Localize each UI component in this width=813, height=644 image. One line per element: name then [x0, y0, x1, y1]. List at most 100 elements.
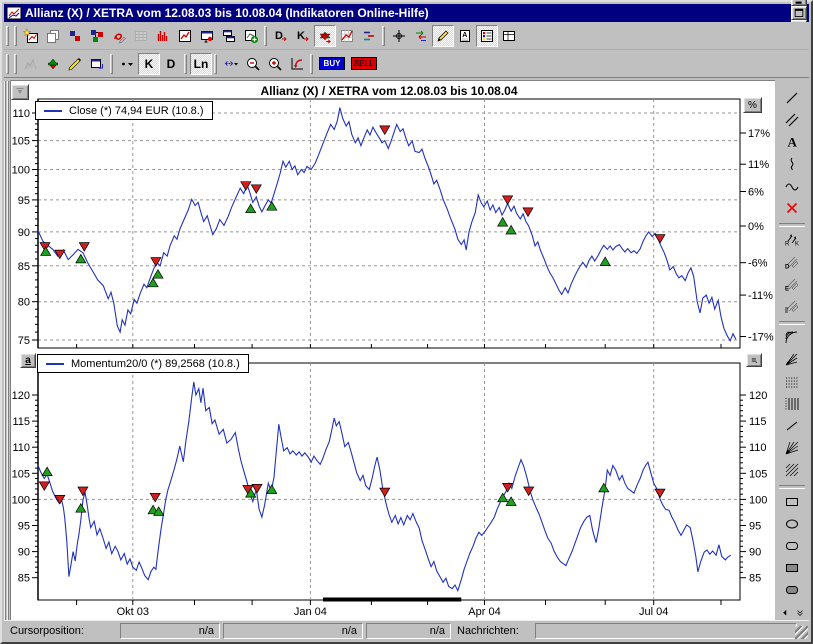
chart-window-grip[interactable]: [4, 81, 9, 622]
chart-notes-button[interactable]: A: [454, 25, 476, 47]
resize-grip[interactable]: [795, 626, 808, 639]
fibonacci-arcs-button[interactable]: [780, 328, 804, 348]
draw-rounded-rect-button[interactable]: [780, 536, 804, 556]
hatch-lines-tool-button[interactable]: [780, 296, 804, 316]
vertical-grid-button[interactable]: [780, 394, 804, 414]
volume-bars-button[interactable]: [152, 25, 174, 47]
scroll-left-button[interactable]: [778, 607, 791, 619]
log-scale-button[interactable]: Ln: [190, 53, 212, 75]
data-table-icon: [133, 28, 149, 44]
toolbar-grip[interactable]: [14, 26, 17, 46]
svg-text:-6%: -6%: [748, 258, 768, 270]
svg-text:11%: 11%: [748, 159, 769, 171]
marker-pen-button[interactable]: [64, 53, 86, 75]
toolbar-grip[interactable]: [14, 54, 17, 74]
crosshair-icon: [391, 28, 407, 44]
add-chart-button[interactable]: [240, 25, 262, 47]
messages-field: [535, 623, 797, 639]
scroll-down-button[interactable]: [793, 607, 806, 619]
svg-text:85: 85: [18, 261, 30, 273]
draw-curve-button[interactable]: [780, 176, 804, 196]
draw-text-button[interactable]: A: [780, 132, 804, 152]
dot-hgrid-icon: [784, 374, 800, 390]
buy-order-button[interactable]: BUY: [319, 57, 345, 70]
maximize-button[interactable]: [791, 6, 807, 20]
chart-new-icon: [23, 28, 39, 44]
signal-arrows-button[interactable]: [410, 25, 432, 47]
kurs-data-button[interactable]: K: [292, 25, 314, 47]
crosshatch-area-button[interactable]: [780, 460, 804, 480]
draw-ellipse-button[interactable]: [780, 514, 804, 534]
toolbar-grip[interactable]: [214, 54, 217, 74]
signal-triangles-button[interactable]: [42, 53, 64, 75]
portfolio-blocks-button[interactable]: [64, 25, 86, 47]
svg-text:120: 120: [749, 390, 767, 402]
draw-line-button[interactable]: [780, 88, 804, 108]
toolbar-grip[interactable]: [184, 54, 187, 74]
draw-parallel-lines-button[interactable]: [780, 110, 804, 130]
draw-mode-button[interactable]: [432, 25, 454, 47]
svg-text:85: 85: [18, 573, 30, 585]
rect-o-icon: [784, 494, 800, 510]
window-list-button[interactable]: [218, 25, 240, 47]
chart-with-grid-button[interactable]: [336, 25, 358, 47]
momentum-legend[interactable]: Momentum20/0 (*) 89,2568 (10.8.): [37, 354, 249, 373]
regression-channel-button[interactable]: RK: [780, 230, 804, 250]
daily-data-button[interactable]: D: [270, 25, 292, 47]
depot-mode-button[interactable]: D: [160, 53, 182, 75]
linked-portfolios-button[interactable]: [86, 25, 108, 47]
draw-filled-rounded-rect-button[interactable]: [780, 580, 804, 600]
title-bar[interactable]: Allianz (X) / XETRA vom 12.08.03 bis 10.…: [4, 4, 809, 22]
depot-mode-label: D: [167, 57, 176, 71]
gann-fan-button[interactable]: [780, 438, 804, 458]
edit-indicator-button[interactable]: [108, 25, 130, 47]
buy-order-label: BUY: [324, 59, 341, 68]
draw-filled-rect-button[interactable]: [780, 558, 804, 578]
chart-grid-line-icon: [339, 28, 355, 44]
zoom-out-icon: [245, 56, 261, 72]
pencil-icon: [435, 28, 451, 44]
collapse-button[interactable]: ▼: [11, 84, 29, 100]
hatch-up-tool-button[interactable]: E: [780, 274, 804, 294]
compare-bars-button[interactable]: [358, 25, 380, 47]
show-legend-button[interactable]: [476, 25, 498, 47]
toolbar-grip[interactable]: [6, 54, 9, 74]
crosshair-tool-button[interactable]: [388, 25, 410, 47]
toolbar-grip[interactable]: [382, 26, 385, 46]
delete-drawing-button[interactable]: [780, 198, 804, 218]
new-chart-button[interactable]: [20, 25, 42, 47]
scale-button[interactable]: =.: [746, 353, 762, 367]
chart-presentation-button[interactable]: [196, 25, 218, 47]
chart-canvas[interactable]: Okt 03Jan 04Apr 04Jul 041101051009590858…: [11, 81, 778, 622]
chart-properties-button[interactable]: [86, 53, 108, 75]
zoom-back-button[interactable]: [286, 53, 308, 75]
momentum-legend-label: Momentum20/0 (*) 89,2568 (10.8.): [71, 358, 240, 370]
hatch-down-tool-button[interactable]: D: [780, 252, 804, 272]
annotation-button[interactable]: a: [20, 353, 36, 368]
price-legend[interactable]: Close (*) 74,94 EUR (10.8.): [35, 101, 213, 120]
percent-axis-button[interactable]: %: [743, 97, 762, 113]
toolbar-grip[interactable]: [310, 54, 313, 74]
svg-text:75: 75: [18, 335, 30, 347]
trading-signals-button[interactable]: [314, 25, 336, 47]
line-style-button[interactable]: [116, 53, 138, 75]
kurs-mode-button[interactable]: K: [138, 53, 160, 75]
horizontal-grid-button[interactable]: [780, 372, 804, 392]
trend-line-button[interactable]: [780, 416, 804, 436]
zoom-in-button[interactable]: [264, 53, 286, 75]
fibonacci-fan-button[interactable]: [780, 350, 804, 370]
line-chart-button[interactable]: [174, 25, 196, 47]
copy-chart-button[interactable]: [42, 25, 64, 47]
draw-freehand-button[interactable]: [780, 154, 804, 174]
toolbar-grip[interactable]: [110, 54, 113, 74]
sell-order-button[interactable]: SELL: [351, 57, 377, 70]
svg-text:90: 90: [18, 227, 30, 239]
draw-rectangle-button[interactable]: [780, 492, 804, 512]
svg-text:Apr 04: Apr 04: [468, 606, 500, 618]
cursor-value-field: n/a: [366, 623, 451, 639]
toolbar-grip[interactable]: [6, 26, 9, 46]
data-window-button[interactable]: [498, 25, 520, 47]
zoom-range-button[interactable]: [220, 53, 242, 75]
zoom-out-button[interactable]: [242, 53, 264, 75]
toolbar-grip[interactable]: [264, 26, 267, 46]
